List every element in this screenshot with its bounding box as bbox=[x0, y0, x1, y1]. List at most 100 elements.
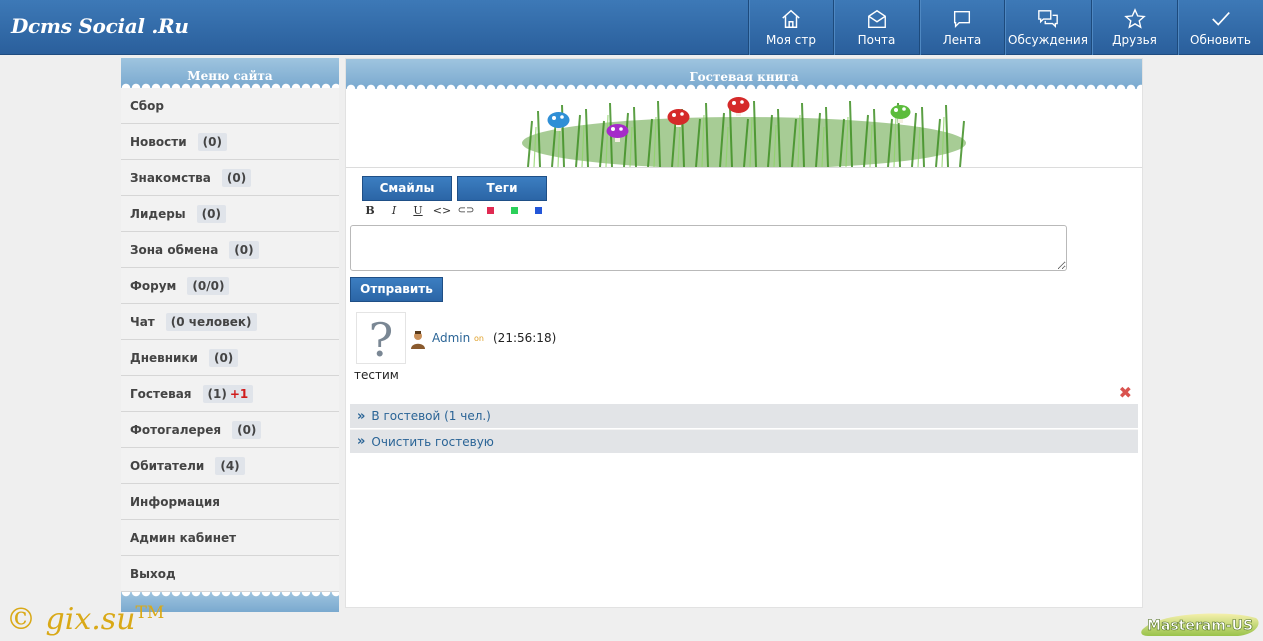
sidebar-item-label: Сбор bbox=[130, 98, 165, 113]
sidebar-title: Меню сайта bbox=[121, 58, 339, 88]
masteram-text: Masteram-US bbox=[1147, 618, 1253, 634]
delete-icon[interactable]: ✖ bbox=[1119, 383, 1132, 402]
tags-tab-button[interactable]: Теги bbox=[457, 176, 547, 201]
sidebar-item-label: Дневники bbox=[130, 350, 198, 365]
sidebar-item-label: Фотогалерея bbox=[130, 422, 222, 437]
nav-discussions[interactable]: Обсуждения bbox=[1004, 0, 1091, 55]
double-chevron-icon: » bbox=[357, 434, 366, 449]
sidebar-item-gallery[interactable]: Фотогалерея (0) bbox=[121, 412, 339, 448]
menu-list: Сбор Новости (0) Знакомства (0) Лидеры (0) … bbox=[121, 88, 339, 592]
sidebar-item-logout[interactable]: Выход bbox=[121, 556, 339, 592]
sidebar-item-diaries[interactable]: Дневники (0) bbox=[121, 340, 339, 376]
top-bar: Dcms Social .Ru Моя стр Почта Лента Обсу… bbox=[0, 0, 1263, 55]
masteram-logo: Masteram-US bbox=[1141, 613, 1259, 636]
color-red-swatch bbox=[486, 207, 494, 214]
sidebar-item-news[interactable]: Новости (0) bbox=[121, 124, 339, 160]
feed-icon bbox=[953, 10, 971, 28]
link-label: В гостевой (1 чел.) bbox=[371, 409, 491, 423]
grass-banner-image bbox=[522, 97, 966, 167]
nav-label: Моя стр bbox=[766, 33, 816, 47]
sidebar-item-sbor[interactable]: Сбор bbox=[121, 88, 339, 124]
nav-feed[interactable]: Лента bbox=[919, 0, 1004, 55]
post-author[interactable]: Admin bbox=[432, 331, 470, 345]
bold-button[interactable]: B bbox=[358, 204, 382, 218]
color-green-button[interactable] bbox=[502, 204, 526, 218]
sidebar-item-count: (0) bbox=[232, 420, 262, 439]
sidebar-item-count: (0 человек) bbox=[165, 312, 257, 331]
guestbook-post: ? Admin on (21:56:18) тестим ✖ bbox=[346, 306, 1142, 402]
home-icon bbox=[782, 9, 800, 28]
nav-refresh[interactable]: Обновить bbox=[1177, 0, 1263, 55]
sidebar-item-label: Гостевая bbox=[130, 386, 192, 401]
color-blue-button[interactable] bbox=[526, 204, 550, 218]
sidebar-item-chat[interactable]: Чат (0 человек) bbox=[121, 304, 339, 340]
sidebar-item-count: (0) bbox=[221, 168, 252, 187]
message-editor: Смайлы Теги B I U <> ⊂⊃ Отправить bbox=[346, 167, 1142, 307]
nav-friends[interactable]: Друзья bbox=[1091, 0, 1177, 55]
mail-icon bbox=[867, 9, 886, 28]
italic-button[interactable]: I bbox=[382, 204, 406, 218]
sidebar-item-exchange[interactable]: Зона обмена (0) bbox=[121, 232, 339, 268]
sidebar-item-label: Выход bbox=[130, 566, 176, 581]
link-button[interactable]: ⊂⊃ bbox=[454, 204, 478, 218]
sidebar-item-label: Лидеры bbox=[130, 206, 186, 221]
avatar[interactable]: ? bbox=[356, 312, 406, 367]
double-chevron-icon: » bbox=[357, 408, 366, 424]
online-status: on bbox=[474, 334, 484, 343]
sidebar-item-residents[interactable]: Обитатели (4) bbox=[121, 448, 339, 484]
sidebar-item-label: Знакомства bbox=[130, 170, 211, 185]
clear-guestbook-link[interactable]: » Очистить гостевую bbox=[350, 429, 1138, 453]
color-blue-swatch bbox=[534, 207, 542, 214]
new-count-badge: +1 bbox=[229, 386, 249, 401]
post-time: (21:56:18) bbox=[493, 331, 557, 345]
page-title: Гостевая книга bbox=[346, 59, 1142, 89]
discussion-icon bbox=[1038, 10, 1058, 28]
copyright-watermark: © gix.suTM bbox=[6, 602, 164, 637]
post-text: тестим bbox=[354, 368, 399, 382]
site-logo[interactable]: Dcms Social .Ru bbox=[11, 14, 189, 38]
nav-label: Друзья bbox=[1112, 33, 1157, 47]
guestbook-panel: Гостевая книга Смайлы Теги B I U <> ⊂⊃ О… bbox=[345, 58, 1143, 608]
sidebar-item-label: Форум bbox=[130, 278, 177, 293]
formatting-toolbar: B I U <> ⊂⊃ bbox=[358, 204, 550, 218]
check-icon bbox=[1211, 12, 1230, 26]
sidebar-item-label: Информация bbox=[130, 494, 220, 509]
message-textarea[interactable] bbox=[350, 225, 1067, 271]
nav-my-page[interactable]: Моя стр bbox=[748, 0, 833, 55]
sidebar-item-forum[interactable]: Форум (0/0) bbox=[121, 268, 339, 304]
sidebar-item-count: (0/0) bbox=[187, 276, 230, 295]
sidebar-item-leaders[interactable]: Лидеры (0) bbox=[121, 196, 339, 232]
sidebar-item-admin[interactable]: Админ кабинет bbox=[121, 520, 339, 556]
nav-label: Обновить bbox=[1190, 33, 1251, 47]
sidebar-item-dating[interactable]: Знакомства (0) bbox=[121, 160, 339, 196]
sidebar-item-label: Админ кабинет bbox=[130, 530, 237, 545]
nav-mail[interactable]: Почта bbox=[833, 0, 919, 55]
color-red-button[interactable] bbox=[478, 204, 502, 218]
in-guestbook-link[interactable]: » В гостевой (1 чел.) bbox=[350, 404, 1138, 428]
underline-button[interactable]: U bbox=[406, 204, 430, 218]
nav-label: Почта bbox=[857, 33, 896, 47]
nav-label: Обсуждения bbox=[1008, 33, 1088, 47]
sidebar-item-label: Чат bbox=[130, 314, 155, 329]
sidebar-item-guestbook[interactable]: Гостевая (1) +1 bbox=[121, 376, 339, 412]
nav-label: Лента bbox=[942, 33, 982, 47]
count-value: (1) bbox=[207, 386, 227, 401]
code-button[interactable]: <> bbox=[430, 204, 454, 218]
sidebar-item-info[interactable]: Информация bbox=[121, 484, 339, 520]
mushroom-green bbox=[890, 105, 911, 123]
sidebar-item-count: (4) bbox=[215, 456, 245, 475]
sidebar-item-count: (0) bbox=[208, 348, 239, 367]
sidebar-item-label: Зона обмена bbox=[130, 242, 219, 257]
copyright-text: © gix.su bbox=[6, 602, 136, 637]
sidebar-item-count: (0) bbox=[197, 132, 227, 151]
sidebar-item-count: (0) bbox=[196, 204, 226, 223]
color-green-swatch bbox=[510, 207, 518, 214]
sidebar-item-label: Новости bbox=[130, 134, 187, 149]
trademark-sign: TM bbox=[135, 603, 165, 623]
sidebar-item-count: (0) bbox=[229, 240, 259, 259]
user-icon bbox=[411, 331, 425, 349]
submit-button[interactable]: Отправить bbox=[350, 277, 443, 302]
sidebar-item-count: (1) +1 bbox=[202, 384, 254, 403]
sidebar-menu: Меню сайта Сбор Новости (0) Знакомства (0)… bbox=[121, 58, 339, 612]
smiles-tab-button[interactable]: Смайлы bbox=[362, 176, 452, 201]
